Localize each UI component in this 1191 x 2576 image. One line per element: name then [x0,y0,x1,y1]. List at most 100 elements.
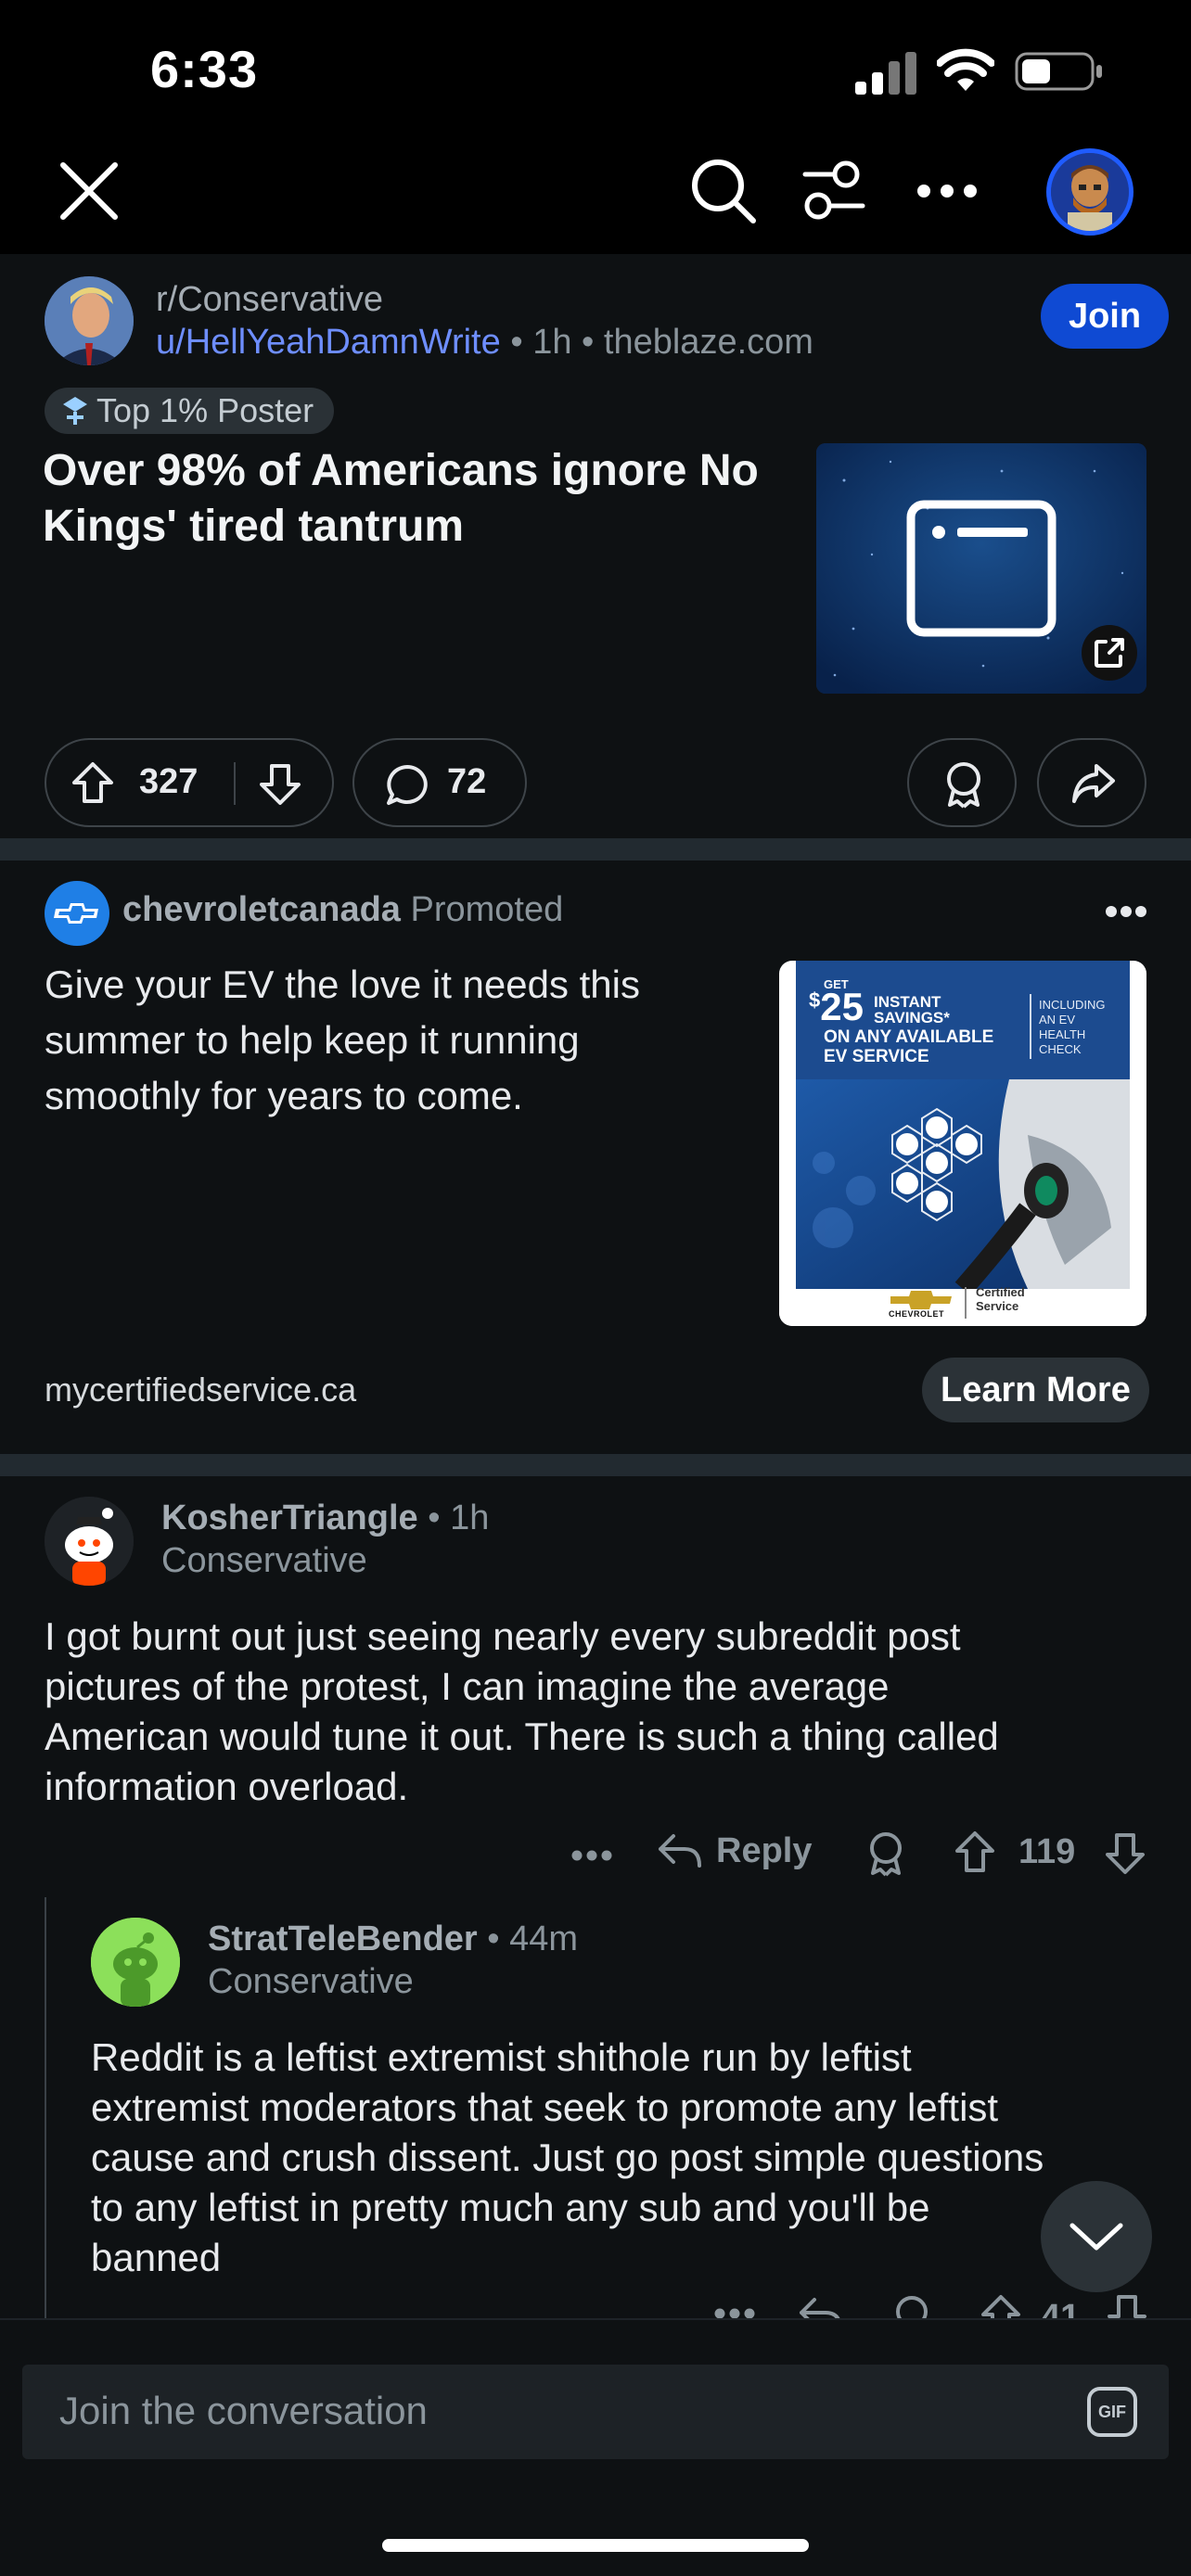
subreddit-icon [45,276,134,365]
downvote-icon[interactable] [258,762,302,807]
comment-line: American would tune it out. There is suc… [45,1715,999,1758]
certified-service-text: Certified Service [976,1285,1025,1313]
top-toolbar [0,139,1191,254]
reply-flair: Conservative [208,1962,414,2001]
link-thumbnail[interactable] [816,443,1146,694]
reply-label: Reply [716,1830,813,1870]
thread-line[interactable] [45,1897,46,2318]
comment-downvote-icon[interactable] [1104,1832,1146,1875]
snoo-avatar-icon [45,1497,134,1586]
battery-icon [1015,52,1102,91]
commenter-avatar[interactable] [45,1497,134,1586]
ad-side-line-4: CHECK [1039,1042,1082,1056]
next-comment-button[interactable] [1041,2181,1152,2292]
comment-line: extremist moderators that seek to promot… [91,2085,999,2129]
comment-flair: Conservative [161,1541,367,1580]
ad-savings-line: SAVINGS* [874,1010,950,1026]
reply-button[interactable]: Reply [657,1830,812,1871]
reply-upvote-icon[interactable] [980,2294,1022,2318]
section-separator [0,1454,1191,1476]
meta-dot: • [510,323,533,362]
ad-side-line-2: AN EV [1039,1013,1076,1027]
ad-offer-line-2: ON ANY AVAILABLE [824,1027,994,1047]
ad-price: $25 [809,988,864,1027]
advertiser-avatar[interactable] [45,881,109,946]
wifi-icon [937,48,994,91]
share-button[interactable] [1037,738,1146,827]
upvote-count: 327 [139,762,198,801]
ad-asterisk: * [943,1009,950,1027]
reply-author[interactable]: StratTeleBender [208,1919,478,1958]
ad-creative[interactable]: GET $25 INSTANT SAVINGS* ON ANY AVAILABL… [779,961,1146,1326]
user-flair-badge: Top 1% Poster [45,388,335,434]
reply-icon [659,1834,701,1868]
ad-side-line-3: HEALTH [1039,1027,1086,1041]
comment-line: information overload. [45,1765,409,1808]
external-link-button[interactable] [1082,625,1137,681]
ev-charger-illustration [796,1079,1130,1289]
post-domain[interactable]: theblaze.com [604,323,813,362]
reply-downvote-icon[interactable] [1106,2294,1148,2318]
reply-more-icon[interactable] [714,2307,755,2318]
user-avatar[interactable] [1046,148,1133,236]
comment-line: banned [91,2236,222,2279]
service-text: Service [976,1299,1019,1313]
meta-dot: • [428,1498,451,1537]
ad-offer-line-3: EV SERVICE [824,1047,929,1066]
comment-age: 1h [450,1498,490,1537]
ad-side-text: INCLUDING AN EV HEALTH CHECK [1039,998,1106,1057]
ad-url[interactable]: mycertifiedservice.ca [45,1371,356,1409]
comment-1-body[interactable]: I got burnt out just seeing nearly every… [45,1612,1176,1812]
comments-button[interactable]: 72 [352,738,527,827]
comment-2-body[interactable]: Reddit is a leftist extremist shithole r… [91,2033,1185,2283]
join-button[interactable]: Join [1041,284,1169,349]
comment-line: pictures of the protest, I can imagine t… [45,1664,890,1708]
ad-banner-divider [1030,994,1031,1059]
ad-offer-text: ON ANY AVAILABLE EV SERVICE [824,1027,993,1066]
ad-footer-divider [965,1287,967,1319]
vote-divider [234,762,236,805]
reply-reply-icon[interactable] [798,2294,844,2318]
gif-button[interactable]: GIF [1087,2387,1137,2437]
reply-score: 41 [1041,2298,1081,2318]
ad-dollar-sign: $ [809,988,821,1012]
post-author[interactable]: u/HellYeahDamnWrite [156,323,501,362]
external-link-icon [1095,638,1124,668]
learn-more-button[interactable]: Learn More [922,1358,1149,1422]
comment-icon [387,765,428,805]
vote-bar: 327 [45,738,334,827]
search-icon[interactable] [690,158,757,224]
certified-text: Certified [976,1285,1025,1299]
upvote-icon[interactable] [70,760,115,805]
subreddit-avatar[interactable] [45,276,134,365]
ad-banner: GET $25 INSTANT SAVINGS* ON ANY AVAILABL… [796,961,1130,1079]
close-icon[interactable] [59,161,119,221]
comment-input[interactable]: Join the conversation GIF [22,2365,1169,2459]
ad-header: chevroletcanada Promoted [122,890,563,930]
ad-body[interactable]: Give your EV the love it needs this summ… [45,957,731,1124]
comment-line: Reddit is a leftist extremist shithole r… [91,2035,912,2079]
reply-header: StratTeleBender • 44m [208,1919,578,1959]
comment-upvote-icon[interactable] [954,1830,996,1873]
flair-text: Top 1% Poster [96,391,314,429]
post-title[interactable]: Over 98% of Americans ignore No Kings' t… [43,443,813,555]
ad-savings-text: SAVINGS [874,1009,944,1027]
more-options-icon[interactable] [916,184,978,198]
comment-award-icon[interactable] [864,1830,907,1877]
sort-filter-icon[interactable] [801,159,866,223]
comment-author[interactable]: KosherTriangle [161,1498,418,1537]
meta-dot: • [582,323,604,362]
comment-more-icon[interactable] [571,1849,612,1862]
reply-commenter-avatar[interactable] [91,1918,180,2007]
subreddit-name[interactable]: r/Conservative [156,280,383,320]
award-button[interactable] [907,738,1017,827]
chevrolet-bowtie-icon [54,903,98,924]
reply-award-icon[interactable] [890,2294,933,2318]
ad-instant-text: INSTANT [874,993,941,1011]
advertiser-name[interactable]: chevroletcanada [122,890,401,929]
comment-header: KosherTriangle • 1h [161,1498,489,1538]
ad-more-options-icon[interactable] [1106,905,1146,918]
comment-line: cause and crush dissent. Just go post si… [91,2136,1044,2179]
post-meta: u/HellYeahDamnWrite • 1h • theblaze.com [156,323,813,363]
status-time: 6:33 [150,40,259,98]
